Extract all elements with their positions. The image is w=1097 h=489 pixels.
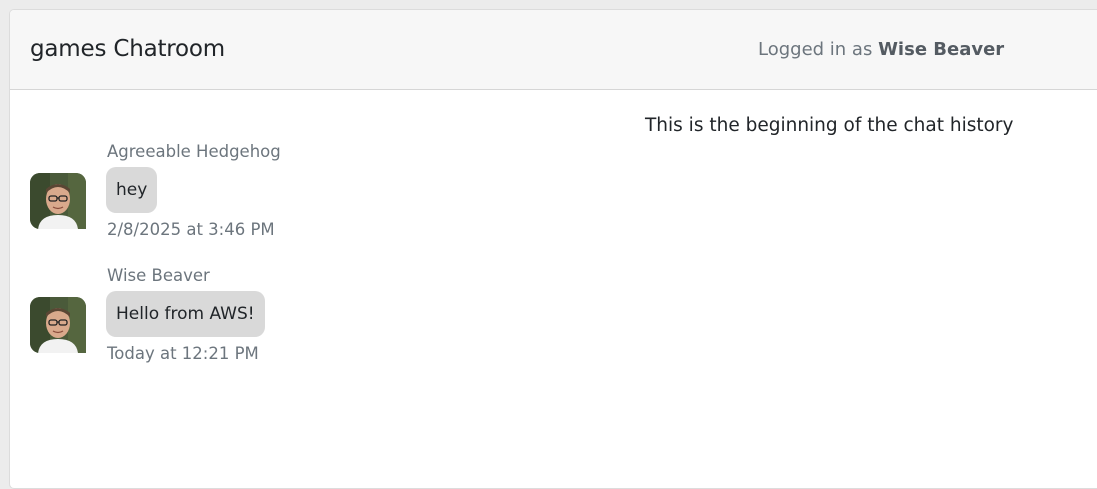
message-timestamp: 2/8/2025 at 3:46 PM (107, 220, 275, 239)
chatroom-card: games Chatroom Logged in as Wise Beaver … (9, 9, 1097, 489)
message-sender: Wise Beaver (107, 266, 210, 285)
room-title: games Chatroom (30, 36, 225, 62)
logged-in-status: Logged in as Wise Beaver (758, 39, 1004, 60)
message-timestamp: Today at 12:21 PM (107, 344, 259, 363)
history-start-note: This is the beginning of the chat histor… (645, 115, 1014, 136)
message-sender: Agreeable Hedgehog (107, 142, 281, 161)
message-bubble: hey (106, 167, 158, 213)
chatroom-header: games Chatroom Logged in as Wise Beaver (10, 10, 1097, 90)
user-avatar-photo-icon (30, 173, 86, 229)
message-bubble: Hello from AWS! (106, 291, 265, 337)
user-avatar-photo-icon (30, 297, 86, 353)
logged-in-username: Wise Beaver (878, 39, 1005, 60)
avatar-icon[interactable] (30, 297, 86, 353)
avatar-icon[interactable] (30, 173, 86, 229)
logged-in-prefix: Logged in as (758, 39, 873, 60)
